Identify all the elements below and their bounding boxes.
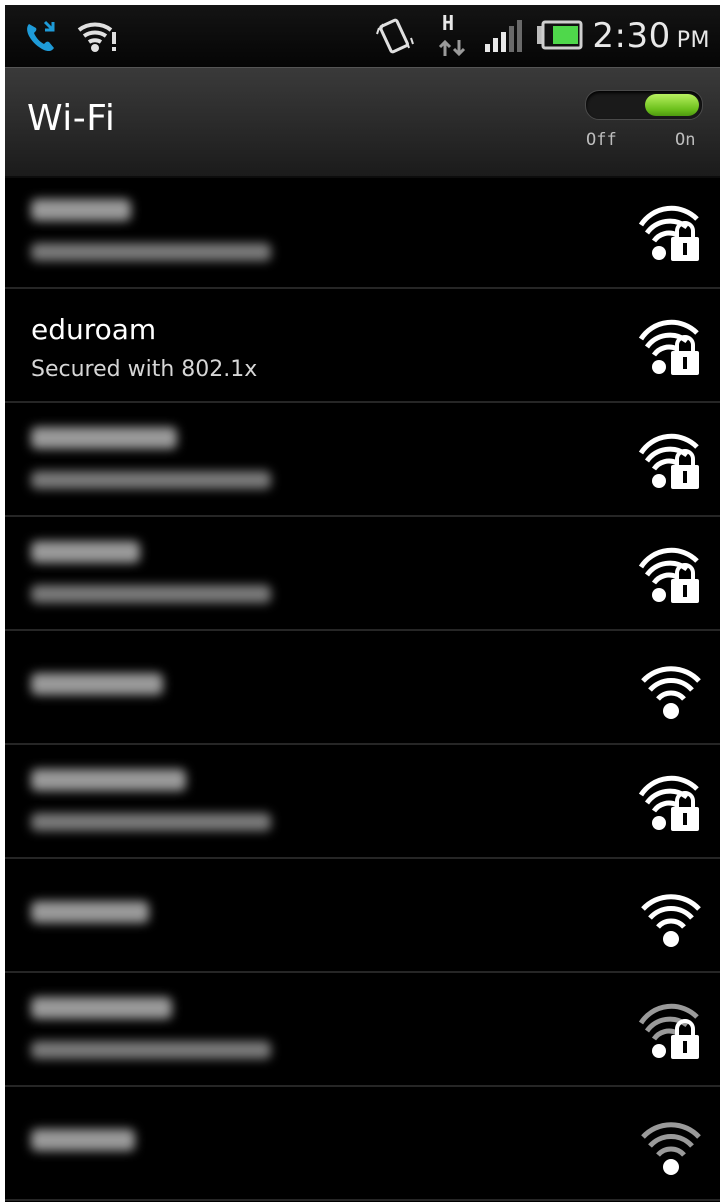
network-name: eduroam xyxy=(31,313,157,346)
toggle-knob xyxy=(645,94,699,116)
clock-ampm: PM xyxy=(676,27,710,53)
network-row[interactable] xyxy=(5,859,720,973)
wifi-open-icon xyxy=(635,1115,707,1177)
network-row[interactable] xyxy=(5,403,720,517)
wifi-open-icon xyxy=(635,659,707,721)
wifi-secured-icon xyxy=(635,203,707,265)
network-name xyxy=(31,769,186,791)
network-row[interactable] xyxy=(5,175,720,289)
network-security xyxy=(31,243,271,261)
network-list: eduroam Secured with 802.1x xyxy=(5,175,720,1201)
network-security xyxy=(31,471,271,489)
network-name xyxy=(31,427,177,449)
network-security xyxy=(31,813,271,831)
vibrate-icon xyxy=(373,5,417,67)
toggle-on-label: On xyxy=(675,130,696,150)
network-security: Secured with 802.1x xyxy=(31,357,258,382)
wifi-alert-icon xyxy=(75,5,119,67)
network-row[interactable] xyxy=(5,973,720,1087)
network-row[interactable] xyxy=(5,745,720,859)
wifi-secured-icon xyxy=(635,431,707,493)
wifi-secured-icon xyxy=(635,545,707,607)
status-bar: H 2:30 PM xyxy=(5,5,720,67)
network-row[interactable] xyxy=(5,631,720,745)
network-security xyxy=(31,1041,271,1059)
battery-icon xyxy=(533,5,585,67)
network-row[interactable]: eduroam Secured with 802.1x xyxy=(5,289,720,403)
network-name xyxy=(31,199,131,221)
network-name xyxy=(31,1129,135,1151)
svg-text:H: H xyxy=(442,11,454,35)
network-security xyxy=(31,585,271,603)
clock-time: 2:30 xyxy=(592,16,671,56)
signal-icon xyxy=(481,5,531,67)
wifi-header: Wi-Fi Off On xyxy=(5,67,720,176)
missed-call-icon xyxy=(21,5,61,67)
wifi-secured-icon xyxy=(635,317,707,379)
network-name xyxy=(31,901,149,923)
network-row[interactable] xyxy=(5,1087,720,1201)
wifi-toggle[interactable] xyxy=(585,90,703,120)
page-title: Wi-Fi xyxy=(27,98,116,139)
network-name xyxy=(31,997,172,1019)
hspa-data-icon: H xyxy=(437,5,471,67)
clock: 2:30 PM xyxy=(592,5,710,67)
network-name xyxy=(31,541,140,563)
wifi-open-icon xyxy=(635,887,707,949)
toggle-off-label: Off xyxy=(586,130,617,150)
wifi-secured-icon xyxy=(635,1001,707,1063)
wifi-secured-icon xyxy=(635,773,707,835)
network-name xyxy=(31,673,163,695)
phone-screen: H 2:30 PM Wi-Fi Off On eduroam Secured w… xyxy=(5,5,720,1202)
network-row[interactable] xyxy=(5,517,720,631)
